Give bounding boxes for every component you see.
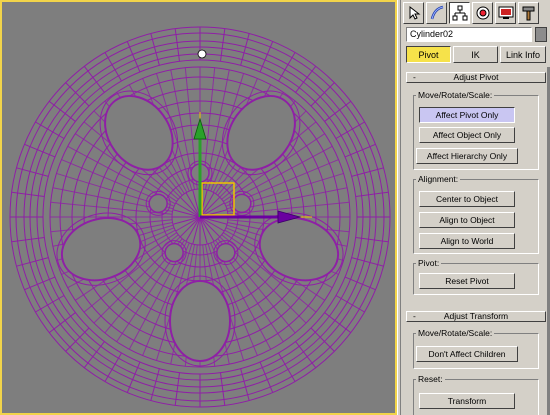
center-to-object-button[interactable]: Center to Object [419,191,515,207]
tab-motion[interactable] [472,2,493,24]
spoke-window [104,95,174,171]
lug-hole [216,242,236,263]
affect-pivot-only-button[interactable]: Affect Pivot Only [419,107,515,123]
affect-hierarchy-only-button[interactable]: Affect Hierarchy Only [416,148,518,164]
pivot-button[interactable]: Pivot [406,46,451,63]
lug-hole [148,193,168,214]
group-label: Pivot: [416,258,442,268]
tab-modify[interactable] [426,2,447,24]
rollout-title: Adjust Pivot [453,72,499,82]
lug-hole [232,193,252,214]
adjust-pivot-rollout-header[interactable]: - Adjust Pivot [406,72,546,83]
valve-marker [197,49,207,59]
modify-curve-icon [430,5,443,20]
lug-hole [164,242,184,263]
group-label: Reset: [416,374,445,384]
ik-button[interactable]: IK [453,46,498,63]
align-to-object-button[interactable]: Align to Object [419,212,515,228]
link-info-button[interactable]: Link Info [500,46,546,63]
command-panel-tabs [403,2,547,24]
dont-affect-children-button[interactable]: Don't Affect Children [416,346,518,362]
utilities-hammer-icon [522,6,534,21]
hierarchy-icon [452,5,467,21]
spoke-window [60,217,142,282]
tab-display[interactable] [495,2,516,24]
y-axis-arrow [193,117,207,140]
spoke-window [226,95,296,171]
tab-utilities[interactable] [518,2,539,24]
object-name-field[interactable]: Cylinder02 [406,27,532,42]
create-arrow-icon [409,5,420,20]
spoke-window [169,280,231,362]
reset-transform-button[interactable]: Transform [419,393,515,409]
object-color-swatch[interactable] [535,27,547,42]
affect-object-only-button[interactable]: Affect Object Only [419,127,515,143]
reset-pivot-button[interactable]: Reset Pivot [419,273,515,289]
display-icon [498,6,513,19]
group-label: Alignment: [416,174,461,184]
align-to-world-button[interactable]: Align to World [419,233,515,249]
adjust-transform-rollout-header[interactable]: - Adjust Transform [406,311,546,322]
group-label: Move/Rotate/Scale: [416,90,495,100]
tab-hierarchy[interactable] [449,2,470,24]
command-panel: Cylinder02 Pivot IK Link Info - Adjust P… [401,0,550,415]
motion-icon [476,6,489,20]
rollout-title: Adjust Transform [443,311,509,321]
perspective-viewport[interactable] [0,0,397,415]
tab-create[interactable] [403,2,424,24]
wheel-wireframe [9,26,391,408]
spoke-window [258,217,340,282]
group-label: Move/Rotate/Scale: [416,328,495,338]
